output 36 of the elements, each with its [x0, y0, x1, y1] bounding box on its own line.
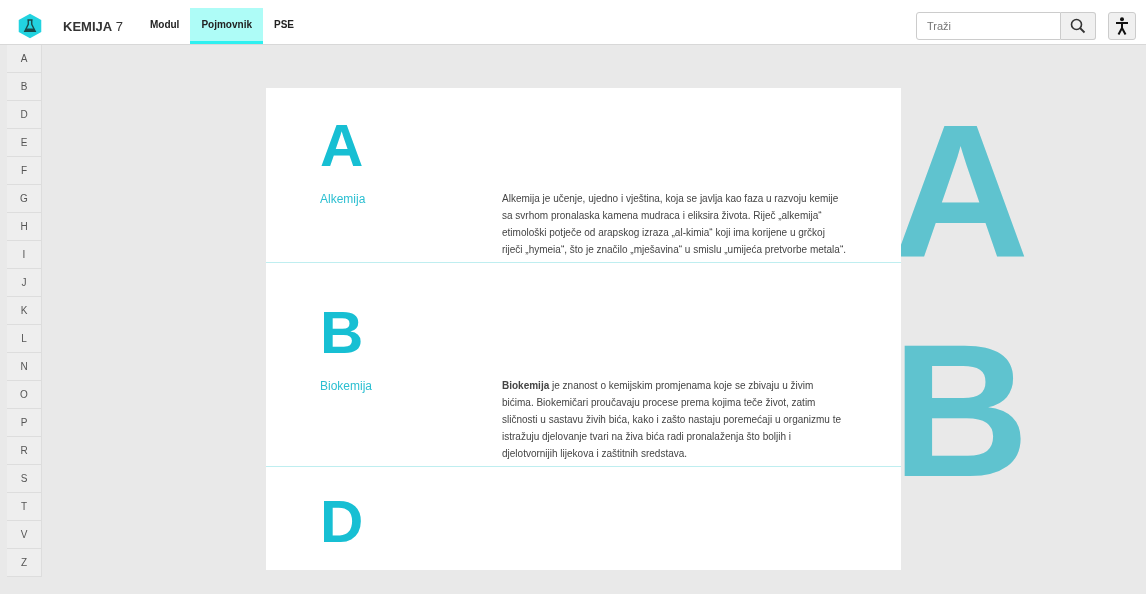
- alphabet-link[interactable]: R: [7, 437, 41, 465]
- search-button[interactable]: [1061, 12, 1096, 40]
- background-letter: B: [892, 315, 1030, 505]
- section-letter: A: [320, 116, 365, 176]
- alphabet-link[interactable]: B: [7, 73, 41, 101]
- term-definition: Biokemija je znanost o kemijskim promjenama koje se zbivaju u živim bićima. Biokemičari proučavaju procese prema kojima teče život, zatim sličnosti u sastavu živih bića, kako i zašto nastaju poremećaji u organizmu te istražuju djelovanje tvari na živa bića radi pronalaženja što boljih i djelotvornijih lijekova i zaštitnih sredstava.: [502, 379, 843, 461]
- alphabet-link[interactable]: N: [7, 353, 41, 381]
- flask-logo-icon[interactable]: [17, 12, 43, 40]
- alphabet-link[interactable]: J: [7, 269, 41, 297]
- alphabet-link[interactable]: V: [7, 521, 41, 549]
- alphabet-link[interactable]: H: [7, 213, 41, 241]
- alphabet-link[interactable]: E: [7, 129, 41, 157]
- alphabet-link[interactable]: A: [7, 45, 41, 73]
- nav-tab[interactable]: Modul: [138, 8, 191, 44]
- section-letter: B: [320, 303, 365, 363]
- nav-tab[interactable]: Pojmovnik: [190, 8, 263, 44]
- accessibility-icon: [1115, 17, 1129, 35]
- alphabet-link[interactable]: O: [7, 381, 41, 409]
- alphabet-link[interactable]: L: [7, 325, 41, 353]
- alphabet-link[interactable]: G: [7, 185, 41, 213]
- alphabet-link[interactable]: T: [7, 493, 41, 521]
- search-icon: [1070, 18, 1086, 34]
- alphabet-link[interactable]: K: [7, 297, 41, 325]
- search-field[interactable]: Traži: [916, 12, 1061, 40]
- accessibility-button[interactable]: [1108, 12, 1136, 40]
- term-definition: Alkemija je učenje, ujedno i vještina, koja se javlja kao faza u razvoju kemije sa svrhom pronalaska kamena mudraca i eliksira života. Riječ „alkemija“ etimološki potječe od arapskog izraza „al-kimia“ koji ima korijene u grčkoj riječi „hymeia“, što je značilo „mješavina“ u smislu „umijeća pretvorbe metala“.: [502, 192, 847, 257]
- background-letter: A: [892, 95, 1030, 285]
- alphabet-link[interactable]: I: [7, 241, 41, 269]
- alphabet-link[interactable]: P: [7, 409, 41, 437]
- section-letter: D: [320, 492, 365, 552]
- alphabet-link[interactable]: S: [7, 465, 41, 493]
- alphabet-link[interactable]: F: [7, 157, 41, 185]
- alphabet-link[interactable]: Z: [7, 549, 41, 577]
- app-title: KEMIJA 7: [63, 18, 123, 34]
- nav-tab[interactable]: PSE: [263, 8, 305, 44]
- alphabet-link[interactable]: D: [7, 101, 41, 129]
